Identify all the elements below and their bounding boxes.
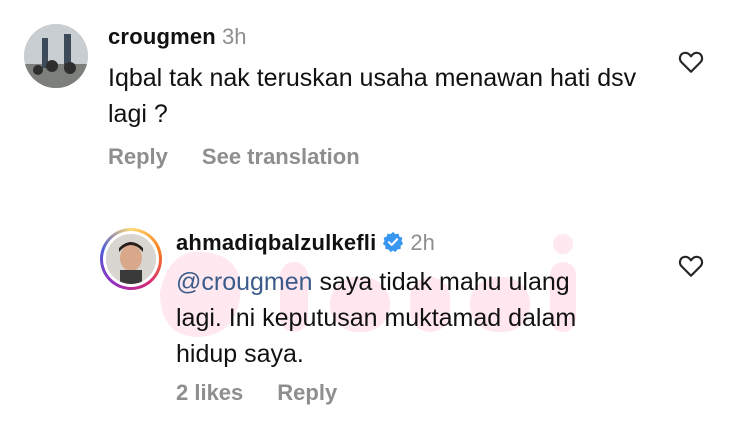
- avatar-crougmen[interactable]: [24, 24, 88, 88]
- reply-button[interactable]: Reply: [277, 380, 337, 405]
- reply-text-line-3: hidup saya.: [176, 340, 304, 368]
- comment-time: 3h: [221, 24, 247, 49]
- comment-username[interactable]: crougmen: [108, 24, 216, 49]
- reply-time: 2h: [410, 230, 435, 255]
- avatar-image: [106, 234, 156, 284]
- comment-2: ahmadiqbalzulkefli 2h @crougmen saya tid…: [0, 200, 750, 444]
- reply-text: @crougmen saya tidak mahu ulang lagi. In…: [176, 264, 676, 372]
- reply-username[interactable]: ahmadiqbalzulkefli: [176, 230, 376, 255]
- avatar-ahmadiqbalzulkefli[interactable]: [106, 234, 156, 284]
- likes-count[interactable]: 2 likes: [176, 380, 243, 405]
- see-translation-button[interactable]: See translation: [202, 144, 360, 169]
- mention-link[interactable]: @crougmen: [176, 268, 313, 296]
- comment-1: crougmen 3h Iqbal tak nak teruskan usaha …: [0, 0, 750, 200]
- avatar-image: [24, 24, 88, 88]
- verified-badge-icon: [383, 231, 404, 253]
- heart-icon[interactable]: [678, 254, 704, 278]
- comment-text: Iqbal tak nak teruskan usaha menawan hat…: [108, 64, 637, 128]
- reply-actions: 2 likes Reply: [176, 380, 371, 406]
- reply-text-line-2: lagi. Ini keputusan muktamad dalam: [176, 304, 577, 332]
- comment-actions: Reply See translation: [108, 144, 394, 170]
- reply-text-line-1: saya tidak mahu ulang: [312, 268, 570, 296]
- reply-button[interactable]: Reply: [108, 144, 168, 169]
- heart-icon[interactable]: [678, 50, 704, 74]
